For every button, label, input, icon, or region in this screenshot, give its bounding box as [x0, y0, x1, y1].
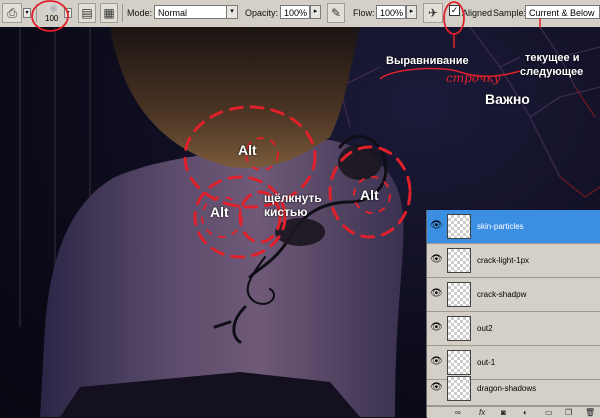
- alignment-annotation: Выравнивание: [386, 55, 469, 67]
- eye-icon[interactable]: 👁: [430, 254, 443, 265]
- mode-label: Mode:: [127, 8, 153, 18]
- link-layers-icon[interactable]: ∞: [455, 408, 461, 417]
- opacity-slider-arrow[interactable]: ▸: [310, 5, 321, 19]
- eye-icon[interactable]: 👁: [430, 220, 443, 231]
- layer-thumbnail: [447, 376, 471, 401]
- eye-icon[interactable]: 👁: [430, 382, 443, 393]
- clone-stamp-tool-icon[interactable]: ⎙: [2, 3, 22, 23]
- sample-pointer: [539, 18, 541, 28]
- group-folder-icon[interactable]: ▭: [545, 408, 553, 417]
- layer-row[interactable]: 👁 dragon-shadows: [427, 372, 600, 406]
- handwritten-annotation: строчку: [446, 71, 501, 85]
- eye-icon[interactable]: 👁: [430, 322, 443, 333]
- layer-name: crack-light-1px: [477, 256, 530, 265]
- flow-label: Flow:: [353, 8, 375, 18]
- alt-label-left: Alt: [210, 204, 229, 220]
- brush-size-highlight: [31, 0, 69, 32]
- layer-name: out-1: [477, 358, 496, 367]
- adjustment-layer-icon[interactable]: ◐: [523, 408, 528, 417]
- layers-panel: 👁 skin-particles 👁 crack-light-1px 👁 cra…: [426, 210, 600, 418]
- eye-icon[interactable]: 👁: [430, 356, 443, 367]
- opacity-input[interactable]: 100%: [280, 5, 310, 19]
- layer-name: crack-shadpw: [477, 290, 527, 299]
- sample-annotation-line1: текущее и: [525, 52, 580, 64]
- layer-style-icon[interactable]: fx: [479, 408, 485, 417]
- flow-slider-arrow[interactable]: ▸: [406, 5, 417, 19]
- flow-input[interactable]: 100%: [376, 5, 406, 19]
- delete-layer-icon[interactable]: 🗑: [585, 408, 595, 417]
- alt-label-top: Alt: [238, 142, 257, 158]
- layer-name: skin-particles: [477, 222, 524, 231]
- layer-name: out2: [477, 324, 493, 333]
- layer-thumbnail: [447, 248, 471, 273]
- sample-annotation-line2: следующее: [520, 66, 584, 78]
- layer-mask-icon[interactable]: ◙: [501, 408, 506, 417]
- layer-name: dragon-shadows: [477, 384, 537, 393]
- aligned-highlight: [443, 1, 465, 48]
- layers-footer: ∞ fx ◙ ◐ ▭ ❐ 🗑: [427, 406, 600, 418]
- click-brush-annotation-line2: кистью: [264, 205, 308, 219]
- eye-icon[interactable]: 👁: [430, 288, 443, 299]
- sample-label: Sample:: [493, 8, 527, 18]
- opacity-label: Opacity:: [245, 8, 279, 18]
- pressure-opacity-icon[interactable]: ✎: [327, 3, 345, 23]
- layer-row[interactable]: 👁 crack-shadpw: [427, 278, 600, 312]
- layer-thumbnail: [447, 214, 471, 239]
- layer-thumbnail: [447, 282, 471, 307]
- alt-label-right: Alt: [360, 187, 379, 203]
- layer-thumbnail: [447, 316, 471, 341]
- click-brush-annotation-line1: щёлкнуть: [264, 191, 322, 205]
- important-annotation: Важно: [485, 91, 530, 107]
- mode-dropdown-arrow[interactable]: ▾: [226, 5, 238, 19]
- layer-row[interactable]: 👁 crack-light-1px: [427, 244, 600, 278]
- layer-row[interactable]: 👁 skin-particles: [427, 210, 600, 244]
- separator: [122, 4, 123, 22]
- layer-row[interactable]: 👁 out2: [427, 312, 600, 346]
- new-layer-icon[interactable]: ❐: [565, 408, 572, 417]
